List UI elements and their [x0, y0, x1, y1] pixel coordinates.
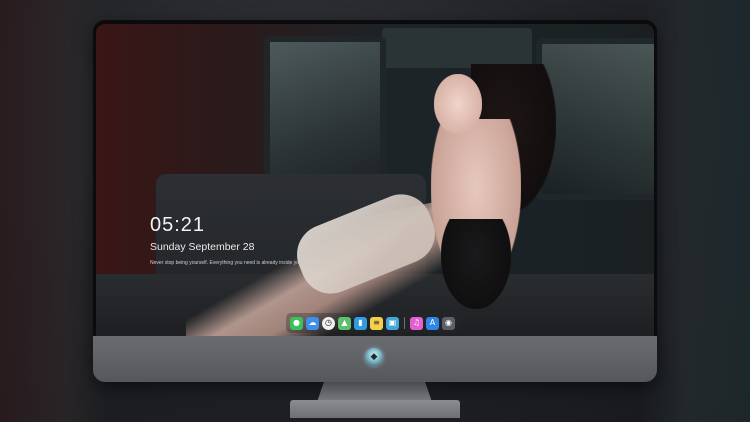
cloud-icon[interactable]: ☁	[306, 316, 319, 330]
dock-separator	[404, 317, 405, 329]
clapper-icon[interactable]: ▮	[354, 316, 367, 330]
camera-icon[interactable]: ◉	[442, 316, 455, 330]
lockscreen-wallpaper: 05:21 Sunday September 28 Never stop bei…	[96, 24, 654, 336]
lockscreen-date: Sunday September 28	[150, 241, 255, 253]
lockscreen-clock: 05:21	[150, 214, 206, 236]
map-icon[interactable]: ▲	[338, 316, 351, 330]
monitor-stand-neck	[317, 382, 432, 402]
app-store-icon[interactable]: A	[426, 316, 439, 330]
clock-icon[interactable]: ◷	[322, 316, 335, 330]
photo-icon[interactable]: ▣	[386, 316, 399, 330]
message-icon[interactable]: ●	[290, 316, 303, 330]
music-icon[interactable]: ♫	[410, 316, 423, 330]
wallpaper-figure-dress	[441, 219, 511, 309]
monitor: 05:21 Sunday September 28 Never stop bei…	[93, 20, 657, 382]
monitor-stand-base	[290, 400, 460, 418]
wallpaper-tv-top	[382, 28, 532, 68]
brand-logo-icon: ◆	[365, 348, 383, 366]
lockscreen-tagline: Never stop being yourself. Everything yo…	[150, 260, 316, 266]
dock: ● ☁ ◷ ▲ ▮ ≡ ▣ ♫ A ◉	[286, 313, 459, 333]
monitor-chin: ◆	[93, 336, 657, 382]
wallpaper-figure-face	[434, 74, 482, 134]
note-icon[interactable]: ≡	[370, 316, 383, 330]
